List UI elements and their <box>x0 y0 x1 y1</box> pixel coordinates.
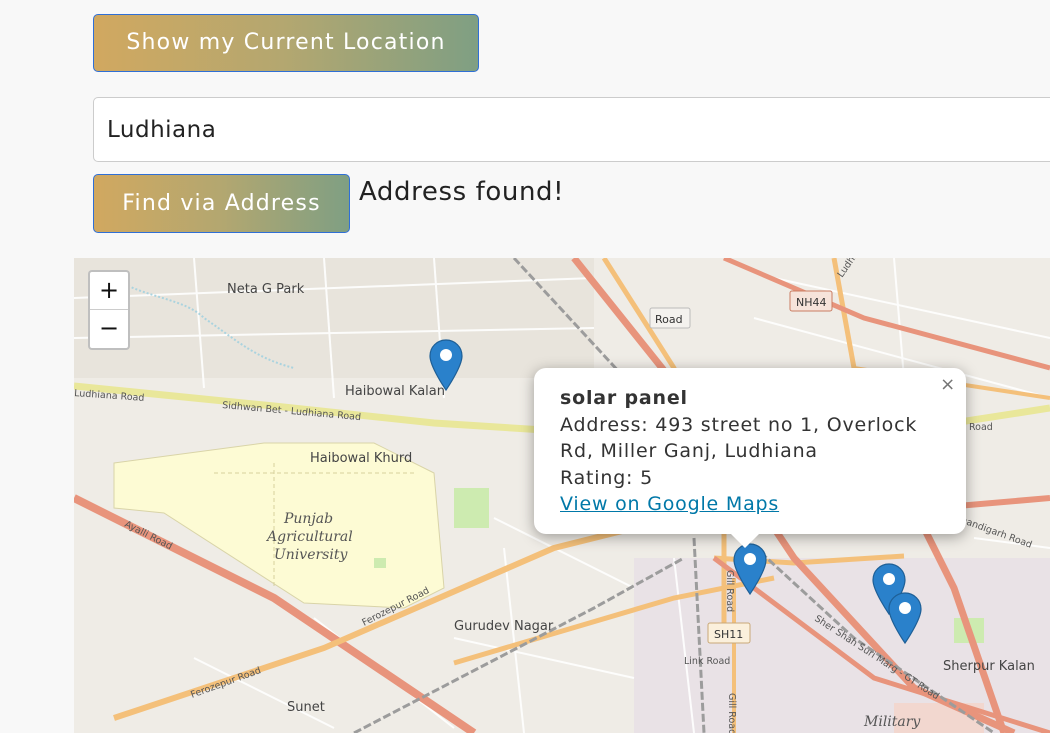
label-military: Military <box>863 714 921 730</box>
zoom-out-button[interactable]: − <box>90 310 128 347</box>
show-current-location-button[interactable]: Show my Current Location <box>93 14 479 72</box>
map-marker-icon[interactable] <box>733 543 767 595</box>
map-marker-icon[interactable] <box>888 592 922 644</box>
zoom-in-button[interactable]: + <box>90 272 128 310</box>
zoom-control: + − <box>88 270 130 350</box>
shield-nh44: NH44 <box>796 296 827 309</box>
shield-sh11: SH11 <box>714 628 743 641</box>
status-message: Address found! <box>359 177 565 207</box>
label-haibowal-khurd: Haibowal Khurd <box>310 451 412 466</box>
label-sherpur-kalan: Sherpur Kalan <box>943 659 1035 674</box>
popup-rating: Rating: 5 <box>560 466 653 489</box>
popup-google-maps-link[interactable]: View on Google Maps <box>560 493 779 515</box>
label-pau-line2: Agricultural <box>265 529 353 545</box>
address-input[interactable] <box>93 97 1050 162</box>
label-gill-road-2: Gill Road <box>726 693 737 733</box>
map-marker-icon[interactable] <box>429 339 463 391</box>
map[interactable]: Neta G Park Haibowal Kalan Haibowal Khur… <box>74 258 1050 733</box>
popup-title: solar panel <box>560 387 688 409</box>
label-pau-line3: University <box>274 547 348 563</box>
label-road-right: Road <box>969 422 993 433</box>
popup-tip <box>730 533 760 548</box>
label-sunet: Sunet <box>287 700 325 715</box>
label-gurudev-nagar: Gurudev Nagar <box>454 619 554 634</box>
label-pau-line1: Punjab <box>283 511 333 527</box>
popup-address: Address: 493 street no 1, Overlock Rd, M… <box>560 413 918 463</box>
find-via-address-button[interactable]: Find via Address <box>93 174 350 233</box>
shield-road: Road <box>655 313 683 326</box>
marker-popup: × solar panel Address: 493 street no 1, … <box>534 368 966 548</box>
popup-close-button[interactable]: × <box>940 372 956 399</box>
label-neta-g-park: Neta G Park <box>227 282 305 297</box>
label-link-road: Link Road <box>684 656 730 667</box>
